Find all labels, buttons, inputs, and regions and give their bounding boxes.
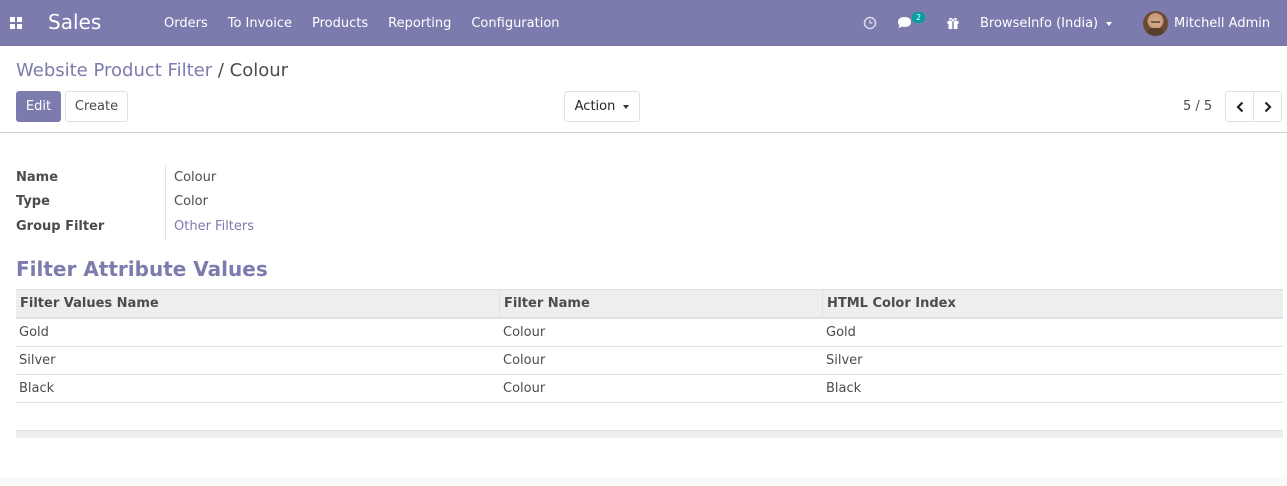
create-button[interactable]: Create [65, 91, 128, 122]
company-switcher[interactable]: BrowseInfo (India) [980, 16, 1113, 31]
pager-previous-button[interactable] [1225, 91, 1254, 122]
table-footer [16, 430, 1283, 438]
breadcrumb-current: Colour [229, 60, 289, 81]
column-header-filter-values-name[interactable]: Filter Values Name [16, 290, 500, 317]
action-dropdown[interactable]: Action [564, 91, 640, 122]
field-separator [165, 166, 166, 240]
user-menu[interactable]: Mitchell Admin [1174, 16, 1270, 31]
app-name[interactable]: Sales [48, 10, 101, 34]
menu-item-orders[interactable]: Orders [154, 0, 218, 46]
apps-grid-icon[interactable] [10, 17, 22, 29]
field-value-group-filter-link[interactable]: Other Filters [174, 219, 254, 234]
table-row[interactable]: Black Colour Black [16, 375, 1283, 403]
control-panel-divider [0, 132, 1287, 133]
messages-button[interactable]: 2 [897, 0, 931, 46]
top-navbar: Sales Orders To Invoice Products Reporti… [0, 0, 1287, 46]
menu-item-products[interactable]: Products [302, 0, 378, 46]
table-cell: Gold [826, 325, 856, 340]
table-cell: Colour [503, 353, 546, 368]
action-label: Action [574, 99, 616, 114]
chat-icon [898, 17, 911, 29]
table-cell: Silver [826, 353, 863, 368]
pager-value[interactable]: 5 / 5 [1183, 99, 1212, 114]
field-label-type: Type [16, 194, 50, 209]
chevron-right-icon [1264, 101, 1272, 112]
messages-count-badge: 2 [912, 12, 926, 23]
edit-button[interactable]: Edit [16, 91, 61, 122]
avatar[interactable] [1143, 11, 1168, 36]
section-title: Filter Attribute Values [16, 257, 268, 281]
table-cell: Black [826, 381, 862, 396]
field-label-name: Name [16, 170, 59, 185]
table-header: Filter Values Name Filter Name HTML Colo… [16, 289, 1283, 319]
caret-down-icon [1106, 21, 1113, 26]
field-label-group-filter: Group Filter [16, 219, 105, 234]
pager-next-button[interactable] [1253, 91, 1282, 122]
company-name: BrowseInfo (India) [980, 16, 1099, 31]
table-cell: Colour [503, 325, 546, 340]
breadcrumb-separator: / [217, 60, 224, 81]
column-header-html-color-index[interactable]: HTML Color Index [823, 290, 1283, 317]
sheet-bottom [0, 477, 1287, 486]
menu-item-reporting[interactable]: Reporting [378, 0, 461, 46]
chevron-left-icon [1235, 101, 1243, 112]
menu-item-to-invoice[interactable]: To Invoice [218, 0, 302, 46]
main-menu: Orders To Invoice Products Reporting Con… [154, 0, 570, 46]
table-cell: Silver [19, 353, 56, 368]
table-cell: Gold [19, 325, 49, 340]
breadcrumb-parent-link[interactable]: Website Product Filter [16, 60, 212, 81]
gift-icon[interactable] [946, 0, 960, 46]
filter-values-table: Filter Values Name Filter Name HTML Colo… [16, 289, 1283, 403]
table-cell: Black [19, 381, 55, 396]
caret-down-icon [623, 104, 630, 109]
clock-icon[interactable] [863, 0, 877, 46]
breadcrumb: Website Product Filter / Colour [16, 60, 288, 81]
table-cell: Colour [503, 381, 546, 396]
table-row[interactable]: Gold Colour Gold [16, 319, 1283, 347]
field-value-type: Color [174, 194, 208, 209]
field-value-name: Colour [174, 170, 217, 185]
table-row[interactable]: Silver Colour Silver [16, 347, 1283, 375]
column-header-filter-name[interactable]: Filter Name [500, 290, 823, 317]
menu-item-configuration[interactable]: Configuration [461, 0, 569, 46]
